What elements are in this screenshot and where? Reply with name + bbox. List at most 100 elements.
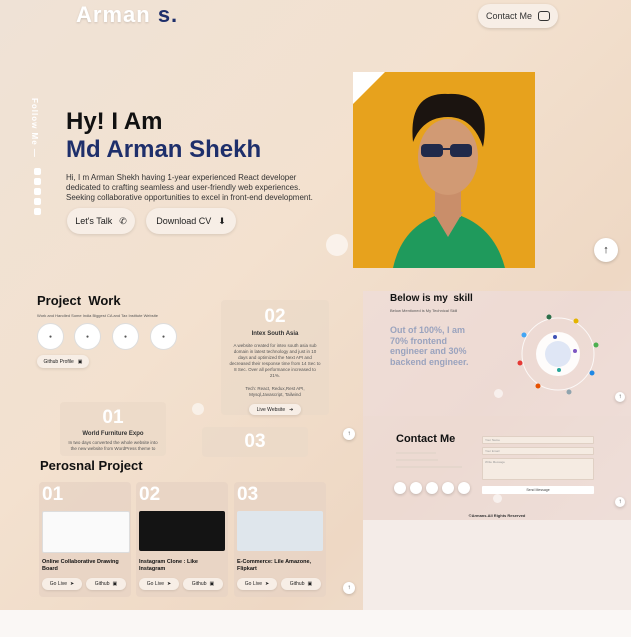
name-field[interactable]: Your Name — [482, 436, 594, 444]
skills-subtitle: Below Mentioned is My Technical Skill — [390, 308, 458, 313]
project-screenshot — [42, 511, 130, 553]
page-bottom — [0, 610, 631, 637]
skills-title-part1: Below is my — [390, 293, 448, 304]
project-title-part2: Work — [88, 293, 121, 308]
project-card-02: 02 Intex South Asia A website created fo… — [221, 300, 329, 415]
go-live-button[interactable]: Go Live ➤ — [42, 578, 82, 590]
scroll-top-button[interactable]: ↑ — [343, 582, 355, 594]
decorative-bubble — [326, 234, 348, 256]
project-subtitle: Work and Handled Some India Biggest CA a… — [37, 313, 158, 318]
email-field[interactable]: Your Email — [482, 447, 594, 455]
send-message-button[interactable]: Send Message — [482, 486, 594, 494]
project-number: 03 — [244, 431, 266, 452]
scroll-top-button[interactable]: ↑ — [615, 497, 625, 507]
profile-photo — [353, 72, 535, 268]
contact-me-button[interactable]: Contact Me — [478, 4, 558, 28]
personal-project-title: Perosnal Project — [40, 458, 143, 473]
personal-project-card-01: 01 Online Collaborative Drawing Board Go… — [39, 482, 131, 597]
project-screenshot — [139, 511, 225, 551]
message-field[interactable]: Write Message — [482, 458, 594, 480]
facebook-icon[interactable] — [33, 167, 41, 175]
contact-info-line — [396, 466, 462, 468]
site-logo[interactable]: Arman s. — [76, 2, 178, 28]
follow-me-bar: Follow Me — — [30, 98, 44, 248]
project-title-part1: Project — [37, 293, 82, 308]
github-profile-label: Github Profile — [43, 358, 74, 365]
personal-project-card-02: 02 Instagram Clone : Like Instagram Go L… — [136, 482, 228, 597]
skills-orbit-diagram — [517, 314, 599, 395]
scroll-top-button[interactable]: ↑ — [594, 238, 618, 262]
github-icon: ▣ — [77, 358, 83, 365]
github-profile-button[interactable]: Github Profile ▣ — [37, 355, 89, 368]
download-cv-button[interactable]: Download CV ⬇ — [146, 208, 236, 234]
project-number: 02 — [264, 306, 286, 327]
arrow-icon: ➜ — [289, 406, 294, 413]
project-title: Online Collaborative Drawing Board — [42, 559, 119, 572]
download-cv-label: Download CV — [156, 216, 212, 226]
go-live-button[interactable]: Go Live ➤ — [139, 578, 179, 590]
send-icon: ➤ — [70, 581, 75, 587]
contact-info-line — [396, 452, 436, 454]
go-live-label: Go Live — [244, 581, 263, 587]
scroll-top-button[interactable]: ↑ — [343, 428, 355, 440]
footer-copyright: ©Armans.All Rights Reserved — [468, 513, 526, 518]
project-title: Instagram Clone : Like Instagram — [139, 559, 198, 572]
hero-greeting: Hy! I Am — [66, 108, 163, 135]
instagram-icon[interactable] — [33, 187, 41, 195]
lets-talk-label: Let's Talk — [75, 216, 113, 226]
institute-logo-2: ● — [74, 323, 101, 350]
phone-icon: ✆ — [119, 215, 127, 226]
social-icon[interactable] — [442, 482, 454, 494]
lets-talk-button[interactable]: Let's Talk ✆ — [67, 208, 135, 234]
go-live-button[interactable]: Go Live ➤ — [237, 578, 277, 590]
project-card-01: 01 World Furniture Expo In two days conv… — [60, 402, 166, 456]
contact-title: Contact Me — [396, 433, 456, 445]
social-icon[interactable] — [426, 482, 438, 494]
personal-project-card-03: 03 E-Commerce: Lile Amazone, Flipkart Go… — [234, 482, 326, 597]
project-tech: Tech: React, Redux,Rest API, Mysql,Javas… — [245, 386, 305, 397]
github-icon[interactable] — [33, 177, 41, 185]
follow-me-label: Follow Me — — [30, 98, 39, 158]
decorative-bubble — [192, 403, 204, 415]
logo-suffix: s. — [157, 2, 179, 27]
photo-corner-accent — [353, 72, 385, 104]
project-title: E-Commerce: Lile Amazone, Flipkart — [237, 559, 312, 572]
contact-info-line — [396, 459, 438, 461]
project-number: 01 — [102, 407, 124, 428]
github-button[interactable]: Github ▣ — [183, 578, 223, 590]
send-icon: ➤ — [167, 581, 172, 587]
contact-info — [396, 450, 466, 473]
contact-me-label: Contact Me — [485, 11, 533, 21]
go-live-label: Go Live — [49, 581, 68, 587]
download-icon: ⬇ — [218, 215, 226, 226]
contact-social-icons — [394, 482, 470, 494]
github-icon: ▣ — [307, 581, 313, 587]
social-icon[interactable] — [394, 482, 406, 494]
scroll-top-button[interactable]: ↑ — [615, 392, 625, 402]
github-button[interactable]: Github ▣ — [281, 578, 321, 590]
hero-name: Md Arman Shekh — [66, 136, 262, 163]
project-number: 03 — [237, 484, 259, 505]
project-work-title: Project Work — [37, 293, 121, 308]
social-icon[interactable] — [458, 482, 470, 494]
project-screenshot — [237, 511, 323, 551]
skills-title: Below is my skill — [390, 293, 473, 304]
institute-logo-3: ● — [112, 323, 139, 350]
github-label: Github — [94, 581, 110, 587]
github-label: Github — [289, 581, 305, 587]
project-description: A website created for intex south asia s… — [229, 343, 321, 378]
live-website-button[interactable]: Live Website ➜ — [249, 404, 301, 415]
institute-logo-4: ● — [150, 323, 177, 350]
project-title: Intex South Asia — [251, 331, 299, 337]
logo-main: Arman — [76, 2, 151, 27]
github-button[interactable]: Github ▣ — [86, 578, 126, 590]
project-description: In two days converted the whole website … — [68, 440, 158, 451]
project-title: World Furniture Expo — [82, 431, 144, 437]
blank-area — [363, 520, 631, 610]
go-live-label: Go Live — [146, 581, 165, 587]
linkedin-icon[interactable] — [33, 197, 41, 205]
twitter-icon[interactable] — [33, 207, 41, 215]
project-number: 02 — [139, 484, 161, 505]
github-icon: ▣ — [209, 581, 215, 587]
social-icon[interactable] — [410, 482, 422, 494]
